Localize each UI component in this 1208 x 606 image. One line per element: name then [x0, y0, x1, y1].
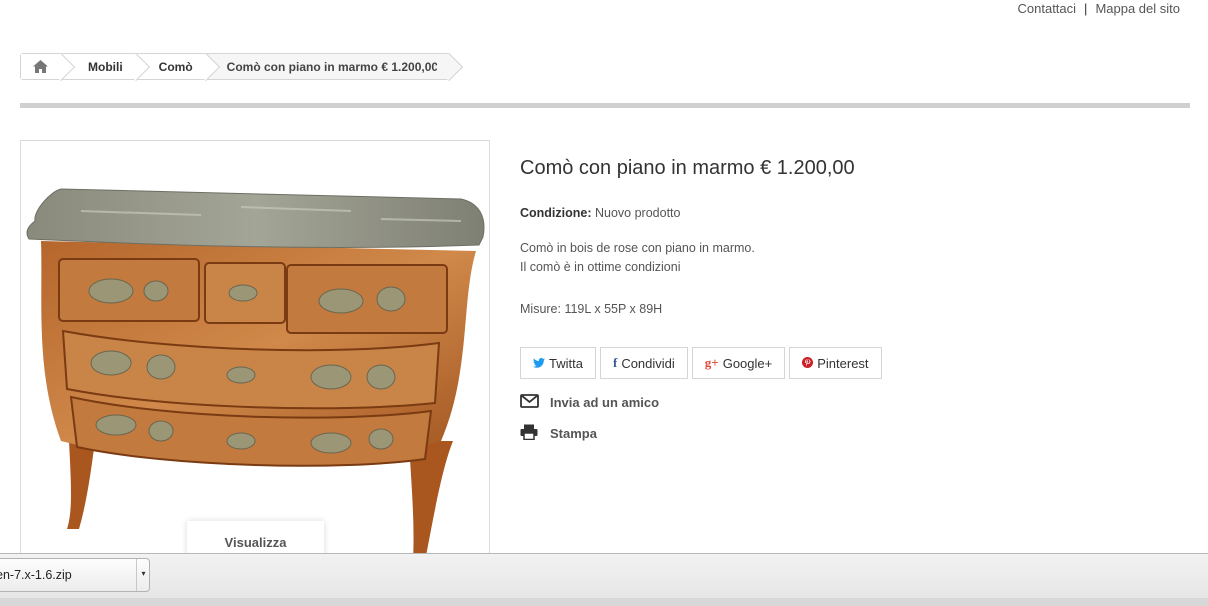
- product-measures: Misure: 119L x 55P x 89H: [520, 302, 663, 316]
- send-to-friend-link[interactable]: Invia ad un amico: [520, 394, 659, 411]
- download-item[interactable]: en-7.x-1.6.zip ▾: [0, 558, 150, 592]
- pinterest-label: Pinterest: [817, 355, 869, 371]
- product-title: Comò con piano in marmo € 1.200,00: [520, 157, 855, 179]
- social-buttons: Twitta f Condividi g+ Google+ Pinterest: [520, 347, 882, 379]
- condition-label: Condizione:: [520, 206, 592, 220]
- commode-image: [26, 188, 485, 561]
- contact-link[interactable]: Contattaci: [1018, 1, 1077, 16]
- printer-icon: [520, 424, 550, 443]
- breadcrumb-home[interactable]: [21, 54, 62, 79]
- pinterest-icon: [802, 356, 814, 371]
- product-condition: Condizione: Nuovo prodotto: [520, 206, 680, 220]
- home-icon: [33, 60, 48, 73]
- twitter-label: Twitta: [549, 355, 583, 371]
- breadcrumb-current: Comò con piano in marmo € 1.200,00: [206, 54, 451, 79]
- download-bar-bottom: [0, 598, 1208, 606]
- condition-value: Nuovo prodotto: [595, 206, 681, 220]
- product-description: Comò in bois de rose con piano in marmo.…: [520, 239, 755, 277]
- download-file-name: en-7.x-1.6.zip: [0, 568, 72, 582]
- top-links-separator: |: [1084, 1, 1088, 16]
- page: Contattaci | Mappa del sito Mobili Comò …: [0, 0, 1208, 606]
- print-label: Stampa: [550, 426, 597, 441]
- google-plus-icon: g+: [704, 355, 719, 370]
- divider: [20, 103, 1190, 108]
- pinterest-share-button[interactable]: Pinterest: [789, 347, 882, 379]
- twitter-icon: [533, 356, 545, 371]
- description-line-2: Il comò è in ottime condizioni: [520, 260, 681, 274]
- facebook-share-button[interactable]: f Condividi: [599, 347, 688, 379]
- send-to-friend-label: Invia ad un amico: [550, 395, 660, 410]
- sitemap-link[interactable]: Mappa del sito: [1095, 1, 1180, 16]
- download-bar: en-7.x-1.6.zip ▾: [0, 553, 1208, 606]
- product-image[interactable]: Visualizza: [20, 140, 490, 570]
- description-line-1: Comò in bois de rose con piano in marmo.: [520, 241, 755, 255]
- envelope-icon: [520, 394, 550, 411]
- download-menu-chevron-icon[interactable]: ▾: [136, 559, 150, 591]
- print-link[interactable]: Stampa: [520, 424, 597, 443]
- top-links: Contattaci | Mappa del sito: [1018, 1, 1181, 16]
- google-plus-label: Google+: [722, 355, 773, 371]
- twitter-share-button[interactable]: Twitta: [520, 347, 596, 379]
- google-plus-share-button[interactable]: g+ Google+: [691, 347, 786, 379]
- facebook-icon: f: [612, 355, 618, 370]
- facebook-label: Condividi: [621, 355, 675, 371]
- breadcrumb: Mobili Comò Comò con piano in marmo € 1.…: [20, 53, 452, 80]
